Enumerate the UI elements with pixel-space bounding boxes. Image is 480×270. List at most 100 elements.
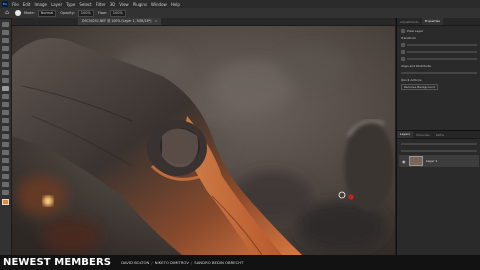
height-field[interactable] (407, 50, 477, 53)
pen-tool-icon[interactable] (2, 142, 9, 147)
flow-field[interactable]: 100% (109, 9, 126, 17)
transform-fields-2 (401, 49, 477, 54)
dodge-tool-icon[interactable] (2, 134, 9, 139)
right-panels: Adjustments Properties Pixel Layer Trans… (396, 18, 480, 256)
close-tab-icon[interactable]: × (154, 19, 157, 23)
width-field[interactable] (407, 43, 477, 46)
menu-3d[interactable]: 3D (110, 2, 116, 7)
member-separator: / (190, 260, 193, 265)
menu-help[interactable]: Help (171, 2, 180, 7)
transform-label: Transform (401, 35, 416, 40)
member-separator: / (151, 260, 153, 265)
photo (12, 26, 395, 255)
tab-adjustments[interactable]: Adjustments (397, 20, 422, 24)
align-buttons-strip[interactable] (401, 71, 477, 74)
tab-channels[interactable]: Channels (413, 133, 433, 137)
marquee-tool-icon[interactable] (2, 30, 9, 35)
clone-stamp-tool-icon[interactable] (2, 94, 9, 99)
angle-icon (401, 56, 405, 61)
newest-members-banner: NEWEST MEMBERS DAVID BOLTON / NIKETO DIM… (0, 255, 480, 270)
properties-panel-tabs: Adjustments Properties (397, 18, 480, 26)
move-tool-icon[interactable] (2, 22, 9, 27)
layer-name: Layer 1 (426, 159, 438, 163)
zoom-tool-icon[interactable] (2, 182, 9, 187)
gradient-tool-icon[interactable] (2, 118, 9, 123)
menu-edit[interactable]: Edit (23, 2, 31, 7)
transform-fields-1 (401, 42, 477, 47)
menu-select[interactable]: Select (79, 2, 91, 7)
member-name: DAVID BOLTON (121, 260, 150, 265)
path-select-tool-icon[interactable] (2, 158, 9, 163)
layer-row[interactable]: ◉ Layer 1 (399, 155, 479, 167)
align-row: Align and Distribute (401, 63, 477, 68)
properties-heading: Pixel Layer (407, 28, 424, 33)
menu-type[interactable]: Type (66, 2, 75, 7)
align-buttons (401, 70, 477, 75)
banner-heading: NEWEST MEMBERS (3, 257, 112, 268)
healing-brush-tool-icon[interactable] (2, 78, 9, 83)
transform-row: Transform (401, 35, 477, 40)
blur-tool-icon[interactable] (2, 126, 9, 131)
layer-filter[interactable] (401, 142, 477, 145)
document-tab[interactable]: DSC00251.NEF @ 100% (Layer 1, RGB/16*) × (78, 18, 162, 25)
canvas[interactable] (12, 26, 395, 255)
layer-filter-row (401, 141, 477, 146)
hand-tool-icon[interactable] (2, 174, 9, 179)
menu-filter[interactable]: Filter (96, 2, 106, 7)
tab-layers[interactable]: Layers (397, 131, 413, 138)
photoshop-logo: Ps (2, 1, 8, 7)
cursor-pointer-icon (348, 194, 354, 200)
flow-label: Flow: (97, 11, 107, 15)
quick-actions-label: Quick Actions (401, 77, 422, 82)
blend-mode-dropdown[interactable] (401, 149, 477, 152)
remove-bg-row: Remove Background (401, 83, 477, 90)
tools-panel (0, 19, 12, 255)
menu-window[interactable]: Window (151, 2, 167, 7)
menu-file[interactable]: File (12, 2, 19, 7)
quick-select-tool-icon[interactable] (2, 46, 9, 51)
member-name: SANDRO BEDIN OBRECHT (194, 260, 244, 265)
layers-panel: Layers Channels Paths ◉ Layer 1 (397, 130, 480, 256)
home-icon[interactable]: ⌂ (3, 10, 11, 16)
quick-actions-row: Quick Actions (401, 77, 477, 82)
opacity-label: Opacity: (60, 11, 75, 15)
type-tool-icon[interactable] (2, 150, 9, 155)
eraser-tool-icon[interactable] (2, 110, 9, 115)
frame-tool-icon[interactable] (2, 62, 9, 67)
width-icon (401, 42, 405, 47)
tab-properties[interactable]: Properties (421, 18, 443, 25)
history-brush-tool-icon[interactable] (2, 102, 9, 107)
menu-view[interactable]: View (119, 2, 129, 7)
shape-tool-icon[interactable] (2, 166, 9, 171)
color-swatches[interactable] (2, 199, 9, 205)
transform-fields-3 (401, 56, 477, 61)
lasso-tool-icon[interactable] (2, 38, 9, 43)
menu-plugins[interactable]: Plugins (133, 2, 147, 7)
mode-dropdown[interactable]: Normal (37, 9, 57, 17)
menu-image[interactable]: Image (34, 2, 47, 7)
menu-layer[interactable]: Layer (51, 2, 62, 7)
brush-preset-icon[interactable] (15, 10, 21, 16)
more-tools-icon[interactable] (2, 190, 9, 195)
layer-thumbnail (409, 156, 423, 166)
angle-field[interactable] (407, 57, 477, 60)
layers-panel-tabs: Layers Channels Paths (397, 131, 480, 139)
foreground-color-swatch[interactable] (2, 199, 9, 205)
opacity-field[interactable]: 100% (77, 9, 94, 17)
pixel-layer-icon (401, 28, 405, 33)
blend-row (401, 148, 477, 153)
visibility-eye-icon[interactable]: ◉ (402, 159, 406, 164)
remove-background-button[interactable]: Remove Background (401, 83, 439, 90)
member-name: NIKETO DIMITROV (154, 260, 189, 265)
brush-tool-icon[interactable] (2, 86, 9, 91)
document-tab-label: DSC00251.NEF @ 100% (Layer 1, RGB/16*) (82, 19, 152, 23)
menu-bar: Ps File Edit Image Layer Type Select Fil… (0, 0, 480, 8)
tab-paths[interactable]: Paths (433, 133, 447, 137)
align-label: Align and Distribute (401, 63, 431, 68)
crop-tool-icon[interactable] (2, 54, 9, 59)
document-tab-bar: DSC00251.NEF @ 100% (Layer 1, RGB/16*) × (12, 18, 395, 26)
mode-label: Mode: (24, 11, 35, 15)
properties-heading-row: Pixel Layer (401, 28, 477, 33)
eyedropper-tool-icon[interactable] (2, 70, 9, 75)
height-icon (401, 49, 405, 54)
